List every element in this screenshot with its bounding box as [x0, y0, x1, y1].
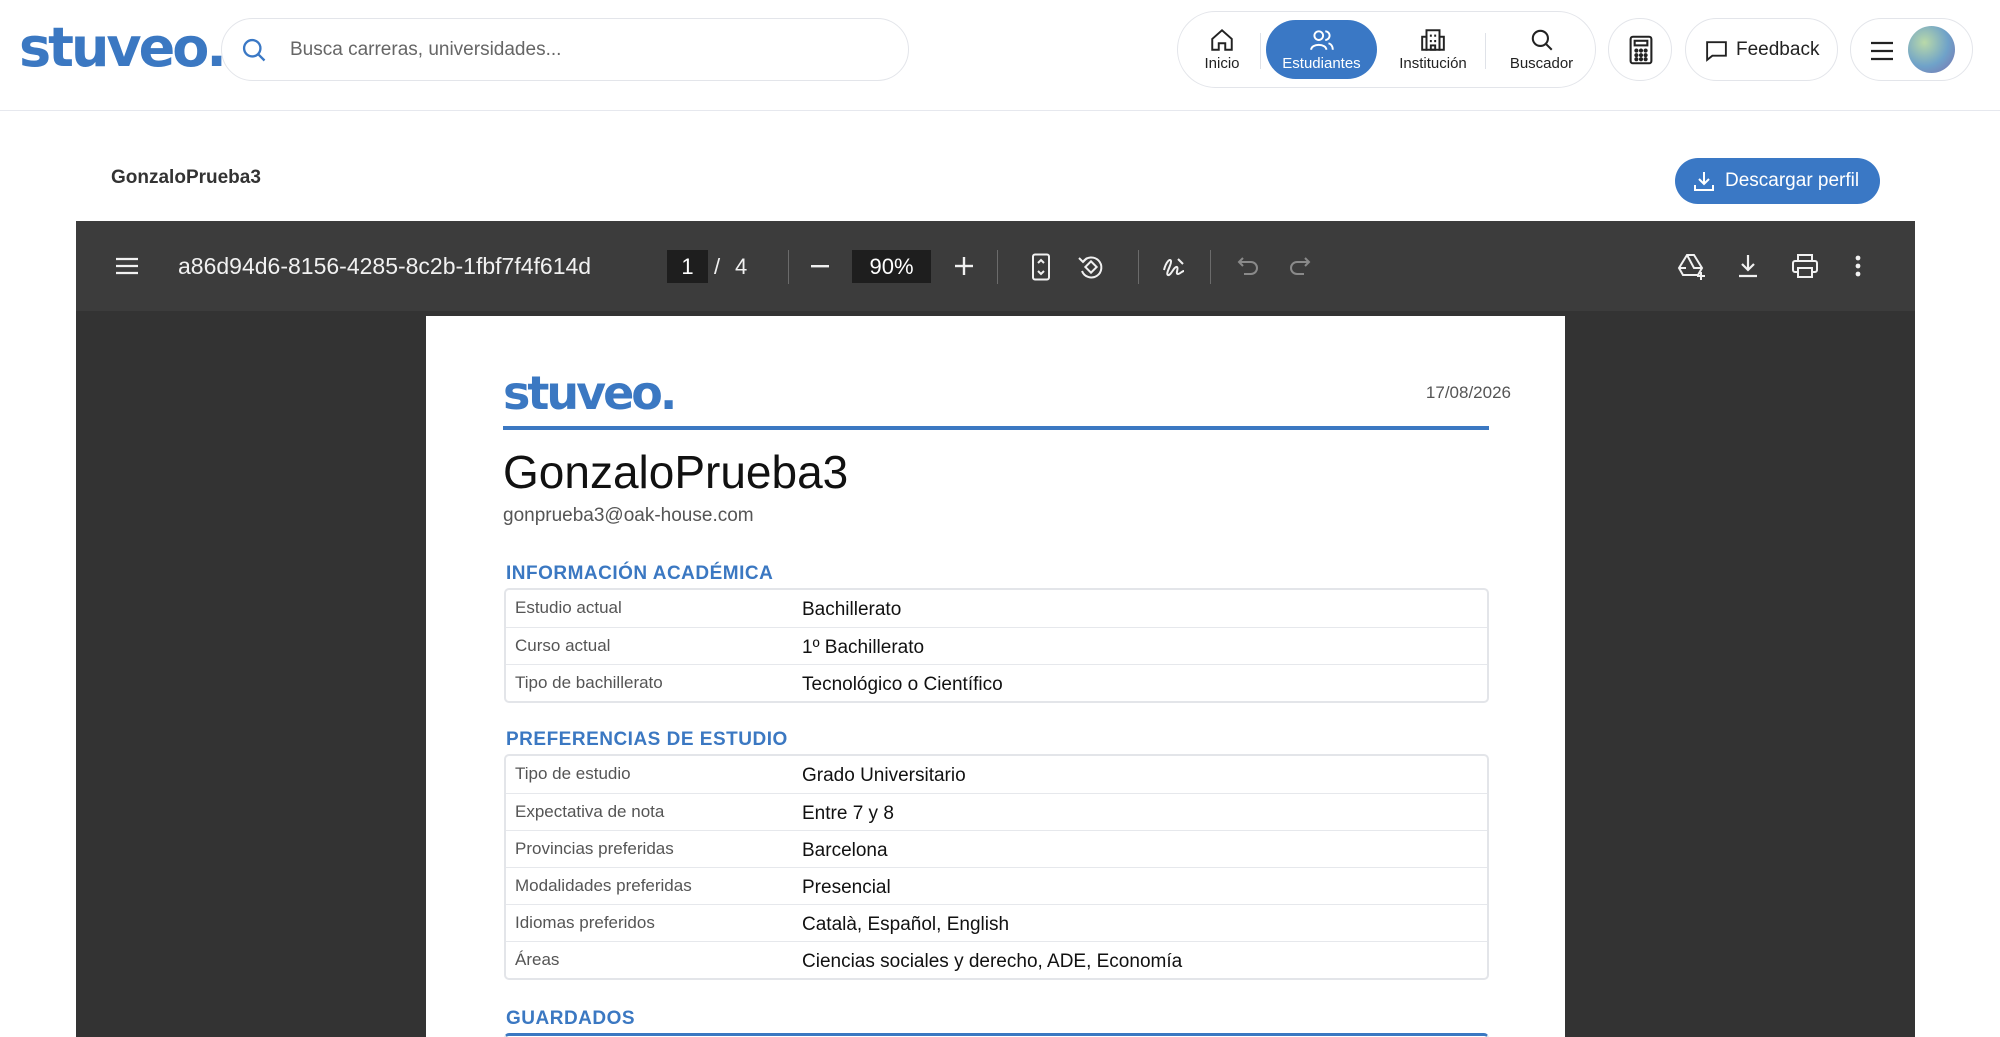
pdf-toolbar: a86d94d6-8156-4285-8c2b-1fbf7f4f614d 1 /…: [76, 221, 1915, 311]
row-key: Modalidades preferidas: [515, 876, 692, 895]
save-to-drive-icon[interactable]: [1677, 253, 1707, 281]
calculator-icon: [1629, 35, 1653, 65]
row-value: Tecnológico o Científico: [802, 674, 1003, 695]
table-row: Estudio actual Bachillerato: [506, 590, 1487, 627]
table-row: Provincias preferidas Barcelona: [506, 830, 1487, 867]
main-nav: Inicio Estudiantes Institución Buscador: [1177, 11, 1596, 88]
draw-annotation-icon[interactable]: [1161, 254, 1187, 280]
download-icon[interactable]: [1736, 253, 1760, 279]
pdf-stuveo-logo: stuveo.: [503, 366, 677, 420]
toolbar-divider: [788, 250, 789, 284]
rotate-icon[interactable]: [1077, 253, 1105, 281]
saved-table: [504, 1033, 1489, 1037]
row-value: Català, Español, English: [802, 914, 1010, 935]
table-row: Áreas Ciencias sociales y derecho, ADE, …: [506, 941, 1487, 978]
academic-info-table: Estudio actual Bachillerato Curso actual…: [504, 588, 1489, 703]
nav-buscador-label: Buscador: [1509, 55, 1574, 72]
toolbar-divider: [997, 250, 998, 284]
nav-inicio[interactable]: Inicio: [1188, 20, 1256, 79]
row-value: Ciencias sociales y derecho, ADE, Econom…: [802, 951, 1183, 972]
feedback-button[interactable]: Feedback: [1685, 18, 1838, 81]
nav-buscador[interactable]: Buscador: [1492, 20, 1591, 79]
search-icon: [242, 38, 266, 62]
download-profile-label: Descargar perfil: [1725, 170, 1860, 191]
table-row: Modalidades preferidas Presencial: [506, 867, 1487, 904]
pdf-file-name: a86d94d6-8156-4285-8c2b-1fbf7f4f614d: [178, 253, 592, 279]
page-number-input[interactable]: 1: [667, 250, 708, 283]
page-title: GonzaloPrueba3: [111, 167, 261, 188]
row-value: Barcelona: [802, 840, 888, 861]
nav-institucion[interactable]: Institución: [1381, 20, 1485, 79]
undo-icon[interactable]: [1236, 255, 1260, 277]
more-options-icon[interactable]: [1855, 255, 1861, 277]
print-icon[interactable]: [1791, 253, 1819, 279]
row-key: Tipo de estudio: [515, 764, 631, 783]
search-icon: [1531, 29, 1552, 51]
download-icon: [1694, 172, 1714, 191]
row-value: Presencial: [802, 877, 891, 898]
stuveo-logo[interactable]: stuveo.: [19, 16, 227, 79]
row-value: Grado Universitario: [802, 765, 966, 786]
redo-icon[interactable]: [1288, 255, 1312, 277]
section-study-preferences-title: PREFERENCIAS DE ESTUDIO: [506, 729, 788, 750]
pdf-page: stuveo. 17/08/2026 GonzaloPrueba3 gonpru…: [426, 316, 1565, 1037]
home-icon: [1211, 28, 1233, 51]
page-separator: /: [714, 254, 721, 279]
fit-page-icon[interactable]: [1031, 253, 1051, 281]
building-icon: [1421, 29, 1445, 51]
row-key: Curso actual: [515, 636, 611, 655]
search-box[interactable]: [221, 18, 909, 81]
row-key: Tipo de bachillerato: [515, 673, 663, 692]
top-navigation-bar: stuveo. Inicio Estudiantes Institución B…: [0, 0, 2000, 111]
zoom-level-input[interactable]: 90%: [852, 250, 931, 283]
table-row: Expectativa de nota Entre 7 y 8: [506, 793, 1487, 830]
nav-institucion-label: Institución: [1399, 55, 1467, 72]
nav-estudiantes-label: Estudiantes: [1282, 55, 1361, 72]
toolbar-divider: [1138, 250, 1139, 284]
nav-divider: [1260, 33, 1261, 69]
chat-bubble-icon: [1706, 41, 1727, 62]
toolbar-divider: [1210, 250, 1211, 284]
user-menu-button[interactable]: [1850, 18, 1973, 81]
nav-estudiantes[interactable]: Estudiantes: [1266, 20, 1377, 79]
page-total: 4: [735, 254, 748, 279]
row-key: Provincias preferidas: [515, 839, 674, 858]
calculator-button[interactable]: [1608, 18, 1672, 81]
row-key: Expectativa de nota: [515, 802, 665, 821]
table-row: Tipo de bachillerato Tecnológico o Cient…: [506, 664, 1487, 701]
row-key: Áreas: [515, 950, 560, 969]
table-row: Curso actual 1º Bachillerato: [506, 627, 1487, 664]
users-icon: [1309, 30, 1334, 51]
section-academic-title: INFORMACIÓN ACADÉMICA: [506, 563, 774, 584]
table-row: Idiomas preferidos Català, Español, Engl…: [506, 904, 1487, 941]
pdf-viewer: a86d94d6-8156-4285-8c2b-1fbf7f4f614d 1 /…: [76, 221, 1915, 1037]
row-key: Idiomas preferidos: [515, 913, 655, 932]
row-value: 1º Bachillerato: [802, 637, 925, 658]
feedback-label: Feedback: [1736, 39, 1820, 60]
avatar[interactable]: [1908, 26, 1955, 73]
nav-inicio-label: Inicio: [1204, 55, 1240, 72]
zoom-in-icon[interactable]: [955, 257, 973, 275]
row-value: Bachillerato: [802, 599, 902, 620]
row-key: Estudio actual: [515, 598, 622, 617]
sidebar-menu-icon[interactable]: [115, 256, 139, 276]
search-input[interactable]: [290, 33, 880, 67]
table-row: Tipo de estudio Grado Universitario: [506, 756, 1487, 793]
pdf-header-rule: [503, 426, 1489, 430]
pdf-date: 17/08/2026: [1425, 383, 1511, 402]
download-profile-button[interactable]: Descargar perfil: [1675, 158, 1880, 204]
row-value: Entre 7 y 8: [802, 803, 894, 824]
nav-divider: [1485, 33, 1486, 69]
section-saved-title: GUARDADOS: [506, 1008, 636, 1029]
hamburger-menu-icon: [1871, 41, 1893, 61]
pdf-student-name: GonzaloPrueba3: [503, 446, 849, 498]
zoom-out-icon[interactable]: [811, 265, 829, 269]
pdf-student-email: gonprueba3@oak-house.com: [503, 505, 754, 526]
study-preferences-table: Tipo de estudio Grado Universitario Expe…: [504, 754, 1489, 980]
